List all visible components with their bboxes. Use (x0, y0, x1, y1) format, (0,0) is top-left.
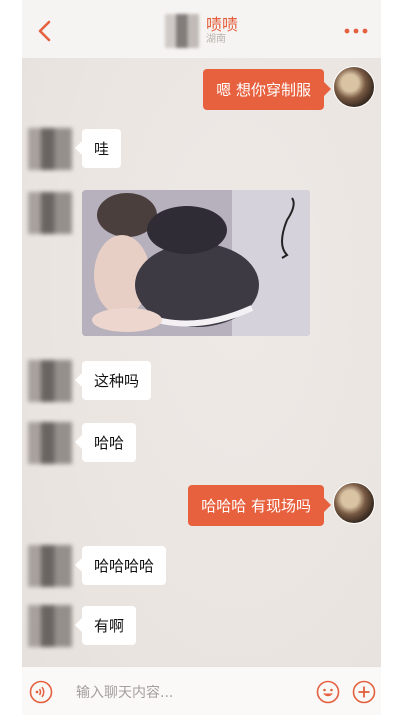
message-bubble-incoming[interactable]: 有啊 (74, 606, 137, 645)
more-actions-button[interactable] (352, 680, 376, 704)
voice-icon (29, 680, 53, 704)
message-bubble-outgoing[interactable]: 哈哈哈 有现场吗 (188, 485, 331, 526)
message-bubble-incoming[interactable]: 哈哈哈哈 (74, 546, 167, 585)
message-bubble-incoming[interactable]: 哇 (74, 129, 122, 168)
voice-button[interactable] (29, 680, 53, 704)
chat-screen: 啧啧 湖南 嗯 想你穿制服 哇 这种吗 哈哈 哈哈哈 有现场吗 哈哈哈哈 有啊 … (22, 0, 381, 715)
contact-avatar[interactable] (28, 605, 72, 647)
message-row: 哈哈哈哈 (22, 543, 381, 589)
my-avatar[interactable] (333, 482, 375, 524)
photo-illustration (82, 190, 310, 336)
message-row: 哇 (22, 126, 381, 172)
plus-icon (352, 680, 376, 704)
more-dots-icon (344, 28, 368, 34)
more-button[interactable] (343, 22, 369, 34)
message-bubble-outgoing[interactable]: 嗯 想你穿制服 (203, 69, 331, 110)
contact-avatar (164, 14, 199, 48)
contact-name: 啧啧 (206, 15, 239, 34)
message-row: 这种吗 (22, 358, 381, 404)
chat-header: 啧啧 湖南 (22, 0, 381, 58)
message-row (22, 190, 381, 338)
contact-avatar[interactable] (28, 128, 72, 170)
message-bubble-incoming[interactable]: 这种吗 (74, 361, 152, 400)
contact-avatar[interactable] (28, 360, 72, 402)
contact-avatar[interactable] (28, 422, 72, 464)
message-row: 哈哈 (22, 420, 381, 466)
message-row: 有啊 (22, 603, 381, 649)
message-list[interactable]: 嗯 想你穿制服 哇 这种吗 哈哈 哈哈哈 有现场吗 哈哈哈哈 有啊 (22, 58, 381, 666)
message-row: 哈哈哈 有现场吗 (22, 482, 381, 526)
message-image[interactable] (82, 190, 310, 336)
message-row: 嗯 想你穿制服 (22, 66, 381, 110)
message-input[interactable] (74, 681, 308, 705)
emoji-icon (316, 680, 340, 704)
contact-status: 湖南 (206, 34, 227, 45)
emoji-button[interactable] (316, 680, 340, 704)
contact-avatar[interactable] (28, 545, 72, 587)
message-bubble-incoming[interactable]: 哈哈 (74, 423, 137, 462)
input-bar (22, 666, 381, 715)
chat-title: 啧啧 湖南 (22, 14, 381, 48)
my-avatar[interactable] (333, 66, 375, 108)
contact-avatar[interactable] (28, 192, 72, 234)
